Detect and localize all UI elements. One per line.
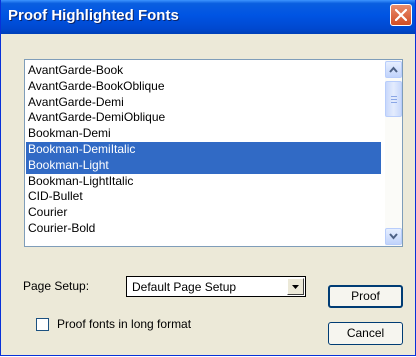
- long-format-label: Proof fonts in long format: [57, 317, 192, 331]
- font-list-item[interactable]: Bookman-Demi: [26, 126, 381, 142]
- chevron-down-icon: [389, 233, 398, 240]
- font-list-item[interactable]: AvantGarde-Demi: [26, 95, 381, 111]
- chevron-up-icon: [389, 66, 398, 73]
- cancel-button[interactable]: Cancel: [328, 322, 403, 345]
- page-setup-label: Page Setup:: [23, 279, 90, 293]
- font-list-item[interactable]: Courier-Bold: [26, 221, 381, 237]
- long-format-checkbox[interactable]: [36, 318, 49, 331]
- close-icon: [395, 9, 407, 21]
- font-list-item[interactable]: AvantGarde-Book: [26, 63, 381, 79]
- font-list[interactable]: AvantGarde-Book AvantGarde-BookOblique Ava…: [24, 59, 403, 247]
- font-list-item[interactable]: AvantGarde-DemiOblique: [26, 110, 381, 126]
- scroll-thumb[interactable]: [385, 81, 402, 117]
- font-list-item[interactable]: Bookman-LightItalic: [26, 174, 381, 190]
- window-title: Proof Highlighted Fonts: [8, 7, 179, 24]
- font-list-item[interactable]: Courier: [26, 205, 381, 221]
- page-setup-dropdown[interactable]: Default Page Setup: [126, 276, 306, 297]
- page-setup-value: Default Page Setup: [132, 280, 237, 294]
- font-list-item[interactable]: Bookman-Light: [26, 157, 381, 174]
- dropdown-arrow-icon: [292, 285, 299, 289]
- thumb-grip: [391, 99, 397, 100]
- proof-fonts-dialog: Proof Highlighted Fonts AvantGarde-Book A…: [0, 0, 416, 356]
- thumb-grip: [391, 102, 397, 103]
- vertical-scrollbar[interactable]: [385, 60, 402, 246]
- scroll-down-button[interactable]: [385, 228, 402, 245]
- font-list-item[interactable]: AvantGarde-BookOblique: [26, 79, 381, 95]
- scroll-up-button[interactable]: [385, 61, 402, 78]
- font-list-item[interactable]: Bookman-DemiItalic: [26, 141, 381, 158]
- font-list-items: AvantGarde-Book AvantGarde-BookOblique Ava…: [26, 63, 381, 237]
- title-bar[interactable]: Proof Highlighted Fonts: [1, 0, 415, 34]
- proof-button[interactable]: Proof: [328, 285, 403, 308]
- dropdown-button[interactable]: [287, 278, 304, 295]
- font-list-item[interactable]: CID-Bullet: [26, 189, 381, 205]
- close-button[interactable]: [390, 4, 412, 26]
- thumb-grip: [391, 96, 397, 97]
